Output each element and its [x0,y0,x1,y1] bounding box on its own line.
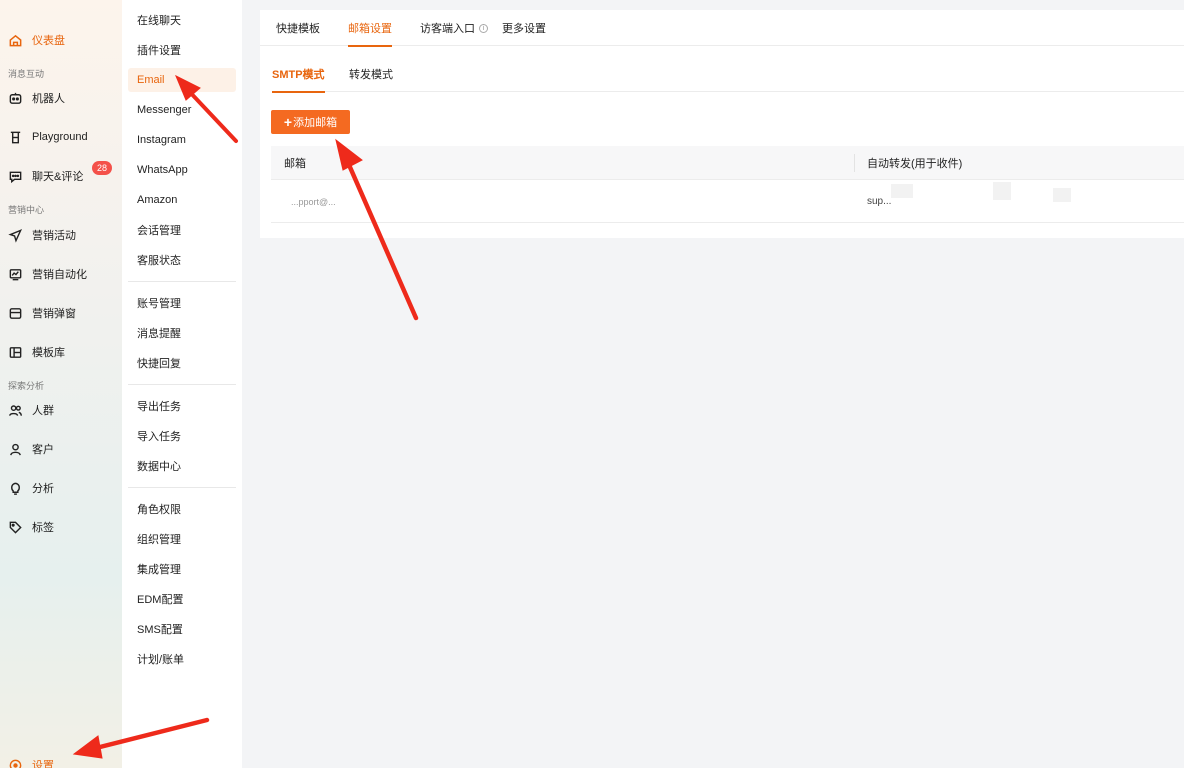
sidebar-item-label: 机器人 [32,93,65,105]
submenu-item-quick-replies[interactable]: 快捷回复 [128,351,236,375]
tab-label: 转发模式 [349,69,393,81]
sidebar-item-label: 标签 [32,522,54,534]
table-row[interactable]: ...pport@... sup... [271,180,1184,223]
submenu-item-plugin-settings[interactable]: 插件设置 [128,38,236,62]
submenu-item-billing[interactable]: 计划/账单 [128,647,236,671]
add-mailbox-button[interactable]: + 添加邮箱 [271,110,350,134]
flask-icon [8,130,23,145]
submenu-item-sms-config[interactable]: SMS配置 [128,617,236,641]
sidebar-item-dashboard[interactable]: 仪表盘 [0,27,122,53]
sidebar-item-label: 分析 [32,483,54,495]
add-mailbox-label: 添加邮箱 [293,117,338,129]
submenu-item-session-management[interactable]: 会话管理 [128,218,236,242]
robot-icon [8,91,23,106]
submenu-item-export-tasks[interactable]: 导出任务 [128,394,236,418]
tab-label: 快捷模板 [276,23,320,35]
sidebar-item-customers[interactable]: 客户 [0,436,122,462]
submenu-item-live-chat[interactable]: 在线聊天 [128,8,236,32]
settings-icon [8,758,23,768]
submenu-item-import-tasks[interactable]: 导入任务 [128,424,236,448]
sidebar-item-label: 仪表盘 [32,35,65,47]
redaction-block [891,184,913,198]
sidebar-item-label: 营销自动化 [32,269,87,281]
send-icon [8,228,23,243]
sidebar-item-campaigns[interactable]: 营销活动 [0,222,122,248]
main-content: 快捷模板 邮箱设置 访客端入口 i 更多设置 SMTP模式 转发模式 + 添加邮… [242,0,1184,768]
chat-icon [8,169,23,184]
sidebar-item-label: 营销活动 [32,230,76,242]
sidebar-item-analytics[interactable]: 分析 [0,475,122,501]
redaction-block [1053,188,1071,202]
sidebar-item-label: Playground [32,131,88,143]
sidebar-item-label: 营销弹窗 [32,308,76,320]
tab-more-settings[interactable]: 更多设置 [502,10,546,46]
section-title: 消息互动 [8,69,45,79]
tab-label: SMTP模式 [272,69,325,81]
submenu-item-agent-status[interactable]: 客服状态 [128,248,236,272]
column-header-email: 邮箱 [284,158,306,170]
left-sidebar: 仪表盘 消息互动 机器人 Playground 聊天&评论 28 营销中心 营销… [0,0,122,768]
tab-smtp-mode[interactable]: SMTP模式 [272,56,325,93]
sidebar-item-robot[interactable]: 机器人 [0,85,122,111]
sidebar-item-label: 模板库 [32,347,65,359]
sidebar-item-playground[interactable]: Playground [0,124,122,150]
user-icon [8,442,23,457]
mode-tabs: SMTP模式 转发模式 [272,56,1184,93]
settings-submenu: 在线聊天 插件设置 Email Messenger Instagram What… [122,0,242,768]
unread-badge: 28 [92,161,112,175]
info-icon[interactable]: i [479,23,488,33]
cell-email: ...pport@... [291,196,336,207]
tab-label: 访客端入口 [420,23,475,35]
tab-quick-templates[interactable]: 快捷模板 [276,10,320,46]
sidebar-item-label: 聊天&评论 [32,171,84,183]
submenu-item-instagram[interactable]: Instagram [128,128,236,152]
template-icon [8,345,23,360]
email-settings-card: 快捷模板 邮箱设置 访客端入口 i 更多设置 SMTP模式 转发模式 + 添加邮… [260,10,1184,238]
sidebar-item-label: 人群 [32,405,54,417]
sidebar-item-templates[interactable]: 模板库 [0,339,122,365]
cell-forward: sup... [867,196,892,207]
mailbox-table: 邮箱 自动转发(用于收件) ...pport@... sup... [271,146,1184,223]
submenu-item-amazon[interactable]: Amazon [128,188,236,212]
tab-forward-mode[interactable]: 转发模式 [349,56,393,92]
submenu-divider [128,384,236,385]
column-header-auto-forward: 自动转发(用于收件) [867,158,963,170]
bulb-icon [8,481,23,496]
sidebar-item-audience[interactable]: 人群 [0,397,122,423]
submenu-divider [128,487,236,488]
redaction-block [993,182,1011,200]
submenu-divider [128,281,236,282]
submenu-item-edm-config[interactable]: EDM配置 [128,587,236,611]
tab-label: 邮箱设置 [348,23,392,35]
sidebar-item-label: 客户 [32,444,54,456]
tab-label: 更多设置 [502,23,546,35]
sidebar-item-settings[interactable]: 设置 [0,752,122,768]
tab-mailbox-settings[interactable]: 邮箱设置 [348,10,392,47]
submenu-item-data-center[interactable]: 数据中心 [128,454,236,478]
tab-visitor-entry[interactable]: 访客端入口 i [420,10,488,46]
submenu-item-whatsapp[interactable]: WhatsApp [128,158,236,182]
column-divider [854,154,855,172]
top-tabs: 快捷模板 邮箱设置 访客端入口 i 更多设置 [260,10,1184,47]
submenu-item-messenger[interactable]: Messenger [128,98,236,122]
submenu-item-roles[interactable]: 角色权限 [128,497,236,521]
submenu-item-email[interactable]: Email [128,68,236,92]
sidebar-item-tags[interactable]: 标签 [0,514,122,540]
home-icon [8,33,23,48]
sidebar-item-popups[interactable]: 营销弹窗 [0,300,122,326]
section-title: 营销中心 [8,205,45,215]
users-icon [8,403,23,418]
sidebar-item-automation[interactable]: 营销自动化 [0,261,122,287]
submenu-item-integrations[interactable]: 集成管理 [128,557,236,581]
submenu-item-notifications[interactable]: 消息提醒 [128,321,236,345]
submenu-item-accounts[interactable]: 账号管理 [128,291,236,315]
section-title: 探索分析 [8,381,45,391]
table-header: 邮箱 自动转发(用于收件) [271,146,1184,180]
sidebar-item-label: 设置 [32,760,54,768]
plus-icon: + [283,114,293,130]
popup-icon [8,306,23,321]
automation-icon [8,267,23,282]
submenu-item-organization[interactable]: 组织管理 [128,527,236,551]
tag-icon [8,520,23,535]
